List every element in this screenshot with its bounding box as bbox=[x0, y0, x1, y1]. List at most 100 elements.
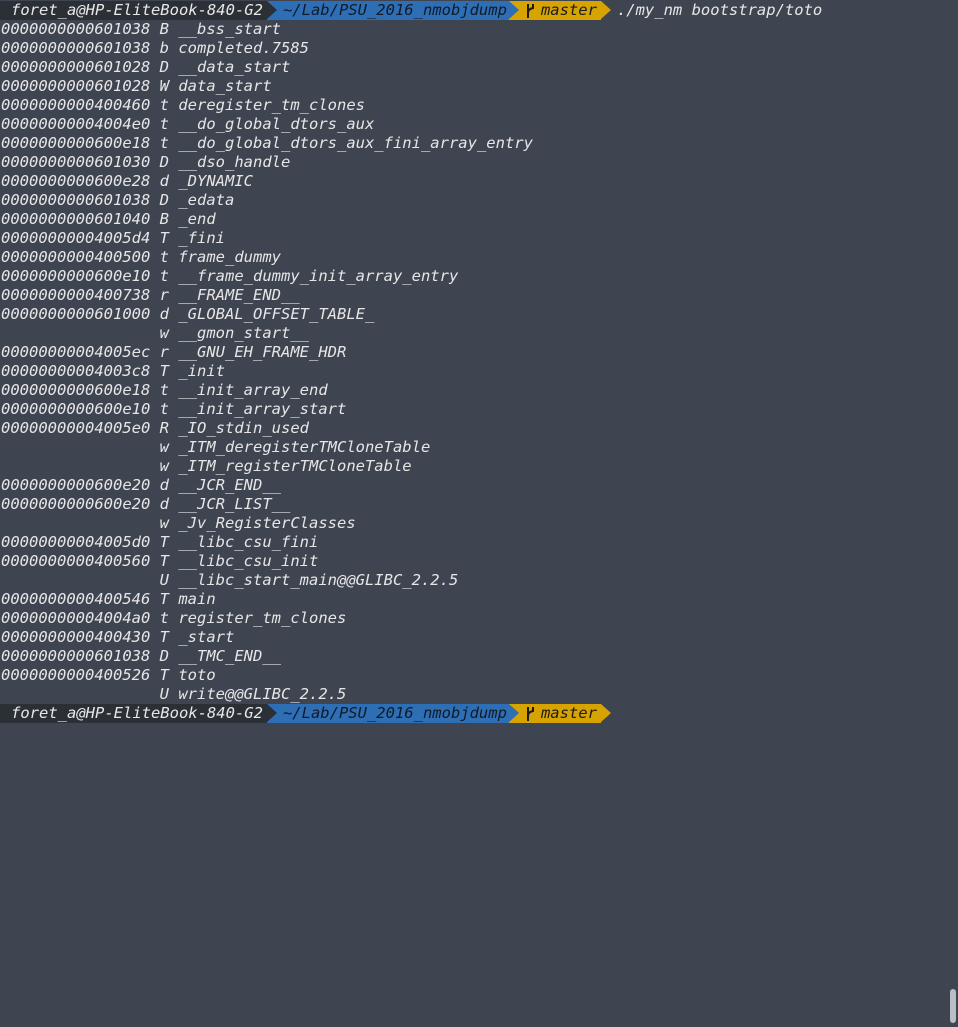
prompt-user-host: foret_a@HP-EliteBook-840-G2 bbox=[11, 704, 263, 722]
shell-prompt: foret_a@HP-EliteBook-840-G2 ~/Lab/PSU_20… bbox=[0, 1, 822, 20]
output-line: 00000000004005d4 T _fini bbox=[1, 229, 225, 248]
output-line: 0000000000601040 B _end bbox=[1, 210, 216, 229]
symbol-type: B bbox=[159, 20, 169, 38]
output-line: 0000000000601038 D __TMC_END__ bbox=[1, 647, 281, 666]
scrollbar-thumb[interactable] bbox=[950, 989, 956, 1023]
symbol-type: t bbox=[159, 96, 169, 114]
output-line: 0000000000601038 B __bss_start bbox=[1, 20, 281, 39]
symbol-address bbox=[1, 514, 150, 532]
symbol-name: __gmon_start__ bbox=[178, 324, 309, 342]
prompt-path: ~/Lab/PSU_2016_nmobjdump bbox=[282, 1, 507, 19]
symbol-type: R bbox=[159, 419, 169, 437]
symbol-address: 0000000000600e20 bbox=[1, 495, 151, 513]
output-line: 0000000000400738 r __FRAME_END__ bbox=[1, 286, 300, 305]
symbol-address: 0000000000601040 bbox=[1, 210, 151, 228]
symbol-type: w bbox=[159, 457, 169, 475]
symbol-type: d bbox=[159, 305, 169, 323]
powerline-separator-icon bbox=[600, 704, 611, 722]
output-line: 0000000000600e28 d _DYNAMIC bbox=[1, 172, 253, 191]
git-branch-icon bbox=[526, 706, 534, 721]
output-line: 0000000000400430 T _start bbox=[1, 628, 234, 647]
symbol-type: W bbox=[159, 77, 169, 95]
symbol-address: 0000000000601000 bbox=[1, 305, 151, 323]
symbol-address: 0000000000601038 bbox=[1, 647, 151, 665]
symbol-type: T bbox=[159, 590, 169, 608]
symbol-type: d bbox=[159, 495, 169, 513]
symbol-name: deregister_tm_clones bbox=[178, 96, 365, 114]
symbol-type: D bbox=[159, 153, 169, 171]
symbol-type: D bbox=[159, 647, 169, 665]
symbol-address: 0000000000601038 bbox=[1, 20, 151, 38]
powerline-separator-icon bbox=[508, 1, 519, 19]
symbol-type: d bbox=[159, 172, 169, 190]
symbol-address: 0000000000601030 bbox=[1, 153, 151, 171]
command-input[interactable]: ./my_nm bootstrap/toto bbox=[601, 1, 822, 20]
symbol-address: 00000000004005e0 bbox=[1, 419, 151, 437]
powerline-separator-icon bbox=[508, 704, 519, 722]
symbol-name: __init_array_start bbox=[178, 400, 347, 418]
prompt-user-host: foret_a@HP-EliteBook-840-G2 bbox=[11, 1, 263, 19]
symbol-address: 0000000000400526 bbox=[1, 666, 151, 684]
output-line: 0000000000400460 t deregister_tm_clones bbox=[1, 96, 365, 115]
output-line: 0000000000601028 D __data_start bbox=[1, 58, 290, 77]
symbol-name: register_tm_clones bbox=[178, 609, 347, 627]
symbol-address: 0000000000600e10 bbox=[1, 400, 151, 418]
prompt-branch: master bbox=[540, 1, 597, 19]
symbol-type: r bbox=[159, 343, 169, 361]
symbol-type: d bbox=[159, 476, 169, 494]
symbol-name: __libc_start_main@@GLIBC_2.2.5 bbox=[178, 571, 459, 589]
symbol-type: t bbox=[159, 267, 169, 285]
symbol-address: 00000000004005ec bbox=[1, 343, 151, 361]
symbol-name: main bbox=[178, 590, 216, 608]
output-line: U write@@GLIBC_2.2.5 bbox=[1, 685, 347, 704]
output-line: 0000000000601030 D __dso_handle bbox=[1, 153, 290, 172]
symbol-type: t bbox=[159, 381, 169, 399]
symbol-name: __do_global_dtors_aux bbox=[178, 115, 375, 133]
symbol-address bbox=[1, 324, 150, 342]
symbol-type: t bbox=[159, 115, 169, 133]
symbol-address: 0000000000600e18 bbox=[1, 134, 151, 152]
symbol-address: 00000000004003c8 bbox=[1, 362, 151, 380]
symbol-name: __JCR_LIST__ bbox=[178, 495, 291, 513]
prompt-branch: master bbox=[540, 704, 597, 722]
output-line: 00000000004005e0 R _IO_stdin_used bbox=[1, 419, 309, 438]
symbol-name: _end bbox=[178, 210, 216, 228]
output-line: w _ITM_deregisterTMCloneTable bbox=[1, 438, 431, 457]
symbol-name: __do_global_dtors_aux_fini_array_entry bbox=[178, 134, 533, 152]
output-line: 00000000004004e0 t __do_global_dtors_aux bbox=[1, 115, 374, 134]
symbol-name: __libc_csu_init bbox=[178, 552, 319, 570]
symbol-name: _DYNAMIC bbox=[178, 172, 253, 190]
symbol-address: 0000000000600e18 bbox=[1, 381, 151, 399]
symbol-address: 00000000004004e0 bbox=[1, 115, 151, 133]
symbol-type: T bbox=[159, 666, 169, 684]
symbol-type: T bbox=[159, 229, 169, 247]
output-line: 00000000004003c8 T _init bbox=[1, 362, 225, 381]
symbol-address: 0000000000400738 bbox=[1, 286, 151, 304]
symbol-address bbox=[1, 438, 150, 456]
symbol-name: __bss_start bbox=[178, 20, 281, 38]
symbol-address: 0000000000400546 bbox=[1, 590, 151, 608]
symbol-type: D bbox=[159, 58, 169, 76]
symbol-type: T bbox=[159, 533, 169, 551]
symbol-name: _ITM_registerTMCloneTable bbox=[178, 457, 412, 475]
symbol-type: r bbox=[159, 286, 169, 304]
output-line: 0000000000600e18 t __init_array_end bbox=[1, 381, 328, 400]
symbol-name: __JCR_END__ bbox=[178, 476, 281, 494]
symbol-name: completed.7585 bbox=[178, 39, 309, 57]
symbol-address: 0000000000400500 bbox=[1, 248, 151, 266]
symbol-address: 0000000000601028 bbox=[1, 58, 151, 76]
prompt-path-segment: ~/Lab/PSU_2016_nmobjdump bbox=[266, 704, 519, 723]
output-line: 0000000000600e20 d __JCR_END__ bbox=[1, 476, 281, 495]
prompt-path-segment: ~/Lab/PSU_2016_nmobjdump bbox=[266, 1, 519, 20]
output-line: 0000000000600e10 t __frame_dummy_init_ar… bbox=[1, 267, 458, 286]
symbol-address bbox=[1, 457, 150, 475]
prompt-user-host-segment: foret_a@HP-EliteBook-840-G2 bbox=[0, 704, 277, 723]
terminal-window[interactable]: foret_a@HP-EliteBook-840-G2 ~/Lab/PSU_20… bbox=[0, 0, 958, 1027]
symbol-type: U bbox=[159, 685, 169, 703]
symbol-name: _init bbox=[178, 362, 226, 380]
output-line: U __libc_start_main@@GLIBC_2.2.5 bbox=[1, 571, 459, 590]
symbol-address: 0000000000601038 bbox=[1, 191, 151, 209]
prompt-user-host-segment: foret_a@HP-EliteBook-840-G2 bbox=[0, 1, 277, 20]
symbol-type: T bbox=[159, 628, 169, 646]
symbol-name: __GNU_EH_FRAME_HDR bbox=[178, 343, 347, 361]
